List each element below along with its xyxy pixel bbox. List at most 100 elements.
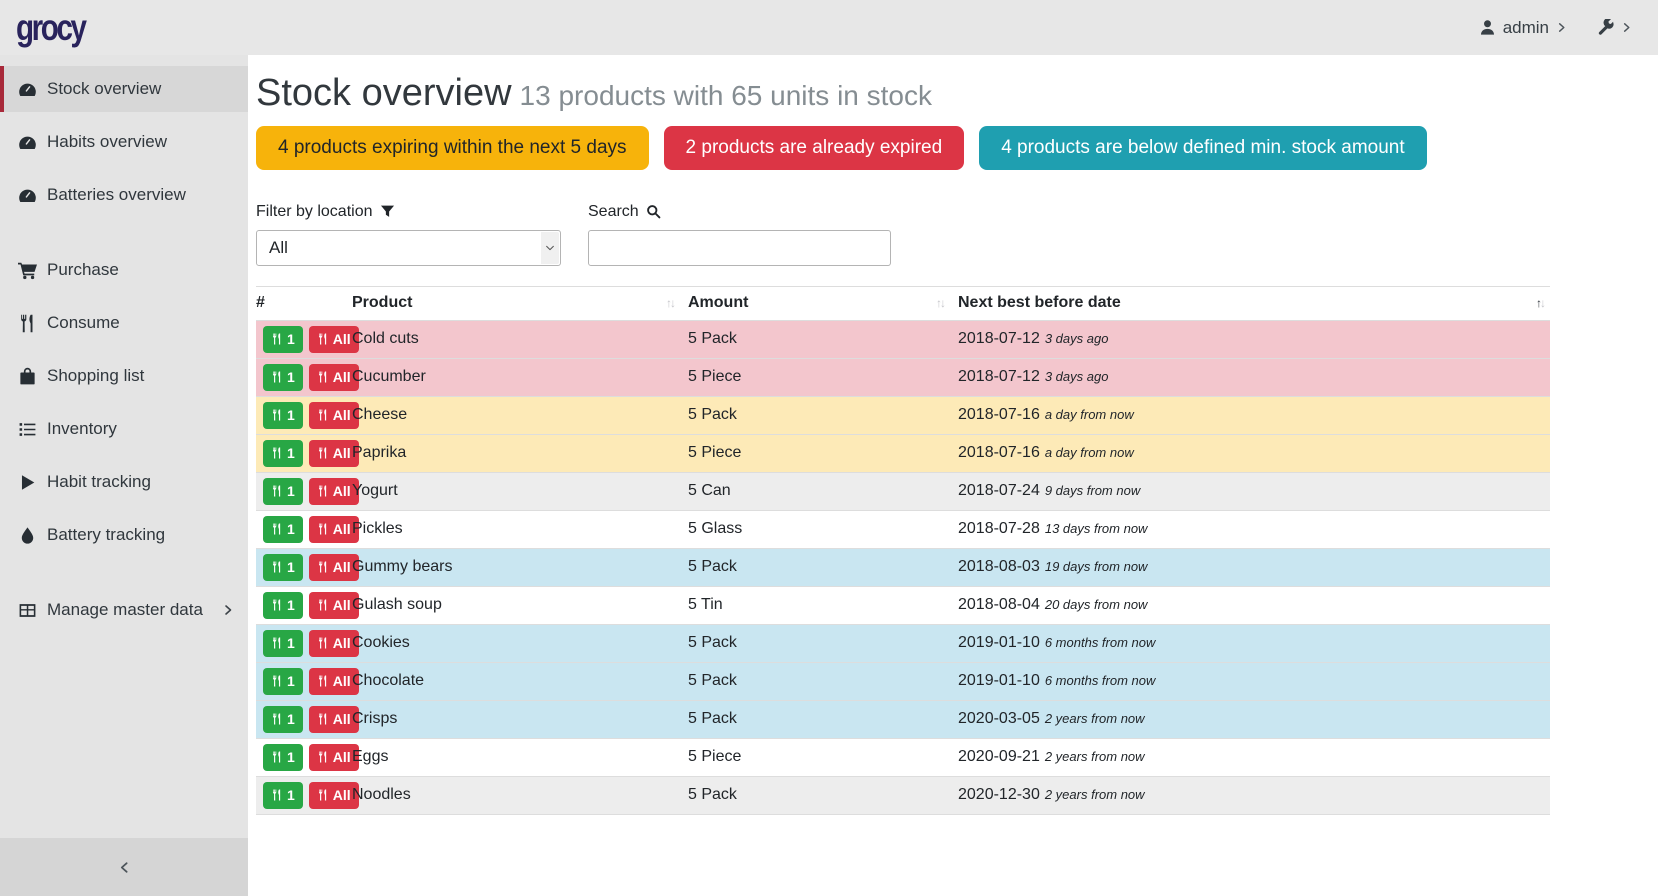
sidebar-item-consume[interactable]: Consume <box>0 300 248 346</box>
column-header-product[interactable]: Product↑↓ <box>352 286 688 320</box>
sort-icon: ↑↓ <box>936 296 944 310</box>
consume-all-label: All <box>333 635 351 651</box>
utensils-icon <box>271 751 283 763</box>
column-header-label: Next best before date <box>958 294 1121 312</box>
sidebar-item-label: Habits overview <box>47 132 167 152</box>
consume-buttons-cell: 1All <box>256 662 352 700</box>
consume-all-label: All <box>333 597 351 613</box>
relative-time: 6 months from now <box>1045 635 1156 650</box>
product-cell: Gulash soup <box>352 586 688 624</box>
relative-time: 13 days from now <box>1045 521 1148 536</box>
filter-row: Filter by location All Search <box>256 203 1658 266</box>
consume-one-button[interactable]: 1 <box>263 516 303 543</box>
consume-all-label: All <box>333 521 351 537</box>
table-row: 1AllNoodles5 Pack2020-12-302 years from … <box>256 776 1550 814</box>
product-cell: Noodles <box>352 776 688 814</box>
search-input[interactable] <box>588 230 891 266</box>
consume-one-button[interactable]: 1 <box>263 668 303 695</box>
consume-all-label: All <box>333 445 351 461</box>
utensils-icon <box>18 314 37 333</box>
sidebar-item-stock-overview[interactable]: Stock overview <box>0 66 248 112</box>
best-before-cell: 2020-03-052 years from now <box>958 700 1550 738</box>
status-badges: 4 products expiring within the next 5 da… <box>256 126 1658 170</box>
sidebar-item-habit-tracking[interactable]: Habit tracking <box>0 459 248 505</box>
consume-one-label: 1 <box>287 483 295 499</box>
column-header-amount[interactable]: Amount ↑↓ <box>688 286 958 320</box>
consume-buttons-cell: 1 All <box>256 510 352 548</box>
product-cell: Gummy bears <box>352 548 688 586</box>
sidebar-item-habits-overview[interactable]: Habits overview <box>0 119 248 165</box>
consume-one-button[interactable]: 1 <box>263 478 303 505</box>
consume-one-button[interactable]: 1 <box>263 630 303 657</box>
badge-expired[interactable]: 2 products are already expired <box>664 126 965 170</box>
best-before-cell: 2018-07-2813 days from now <box>958 510 1550 548</box>
location-filter-label-text: Filter by location <box>256 203 373 221</box>
sidebar: Stock overview Habits overview Batteries o… <box>0 55 248 896</box>
sidebar-item-inventory[interactable]: Inventory <box>0 406 248 452</box>
best-before-cell: 2018-07-123 days ago <box>958 358 1550 396</box>
sidebar-item-shopping-list[interactable]: Shopping list <box>0 353 248 399</box>
app-logo[interactable]: grocy <box>16 7 85 49</box>
utensils-icon <box>317 523 329 535</box>
best-before-cell: 2019-01-106 months from now <box>958 662 1550 700</box>
utensils-icon <box>317 371 329 383</box>
consume-one-button[interactable]: 1 <box>263 706 303 733</box>
consume-one-label: 1 <box>287 521 295 537</box>
amount-cell: 5 Pack <box>688 700 958 738</box>
consume-buttons-cell: 1All <box>256 738 352 776</box>
amount-cell: 5 Glass <box>688 510 958 548</box>
column-header-next-best-before-date[interactable]: Next best before date ↑↓ <box>958 286 1550 320</box>
consume-one-button[interactable]: 1 <box>263 402 303 429</box>
consume-one-label: 1 <box>287 749 295 765</box>
utensils-icon <box>317 751 329 763</box>
best-before-cell: 2018-07-16a day from now <box>958 434 1550 472</box>
amount-cell: 5 Pack <box>688 548 958 586</box>
location-filter-select[interactable]: All <box>256 230 561 266</box>
consume-one-button[interactable]: 1 <box>263 554 303 581</box>
utensils-icon <box>317 675 329 687</box>
product-cell: Yogurt <box>352 472 688 510</box>
consume-one-button[interactable]: 1 <box>263 326 303 353</box>
consume-all-label: All <box>333 369 351 385</box>
consume-one-button[interactable]: 1 <box>263 744 303 771</box>
relative-time: 19 days from now <box>1045 559 1148 574</box>
consume-one-button[interactable]: 1 <box>263 592 303 619</box>
amount-cell: 5 Can <box>688 472 958 510</box>
badge-expiring[interactable]: 4 products expiring within the next 5 da… <box>256 126 649 170</box>
utensils-icon <box>271 789 283 801</box>
utensils-icon <box>271 599 283 611</box>
sidebar-item-batteries-overview[interactable]: Batteries overview <box>0 172 248 218</box>
consume-one-button[interactable]: 1 <box>263 440 303 467</box>
sidebar-item-manage-master-data[interactable]: Manage master data <box>0 587 248 633</box>
amount-cell: 5 Pack <box>688 396 958 434</box>
amount-cell: 5 Piece <box>688 358 958 396</box>
amount-cell: 5 Pack <box>688 776 958 814</box>
table-header-row: #Product↑↓Amount↑↓Next best before date↑… <box>256 286 1550 320</box>
consume-one-button[interactable]: 1 <box>263 782 303 809</box>
product-cell: Pickles <box>352 510 688 548</box>
stock-table: #Product↑↓Amount↑↓Next best before date↑… <box>256 286 1550 815</box>
best-before-cell: 2018-07-16a day from now <box>958 396 1550 434</box>
sidebar-item-purchase[interactable]: Purchase <box>0 247 248 293</box>
column-header-label: Amount <box>688 294 748 312</box>
column-header-label: Product <box>352 294 412 312</box>
table-row: 1AllCold cuts5 Pack2018-07-123 days ago <box>256 320 1550 358</box>
relative-time: 3 days ago <box>1045 331 1109 346</box>
sidebar-collapse-button[interactable] <box>0 838 248 896</box>
consume-one-button[interactable]: 1 <box>263 364 303 391</box>
user-menu[interactable]: admin <box>1479 18 1567 38</box>
utensils-icon <box>271 447 283 459</box>
settings-menu[interactable] <box>1597 19 1632 36</box>
sidebar-item-battery-tracking[interactable]: Battery tracking <box>0 512 248 558</box>
chevron-right-icon <box>1621 22 1632 33</box>
amount-cell: 5 Pack <box>688 320 958 358</box>
user-menu-label: admin <box>1503 18 1549 38</box>
user-icon <box>1479 19 1496 36</box>
sort-icon: ↑↓ <box>1536 296 1544 310</box>
gauge-icon <box>18 133 37 152</box>
consume-buttons-cell: 1 All <box>256 434 352 472</box>
best-before-cell: 2020-12-302 years from now <box>958 776 1550 814</box>
badge-below-min-stock[interactable]: 4 products are below defined min. stock … <box>979 126 1426 170</box>
utensils-icon <box>271 333 283 345</box>
consume-one-label: 1 <box>287 787 295 803</box>
